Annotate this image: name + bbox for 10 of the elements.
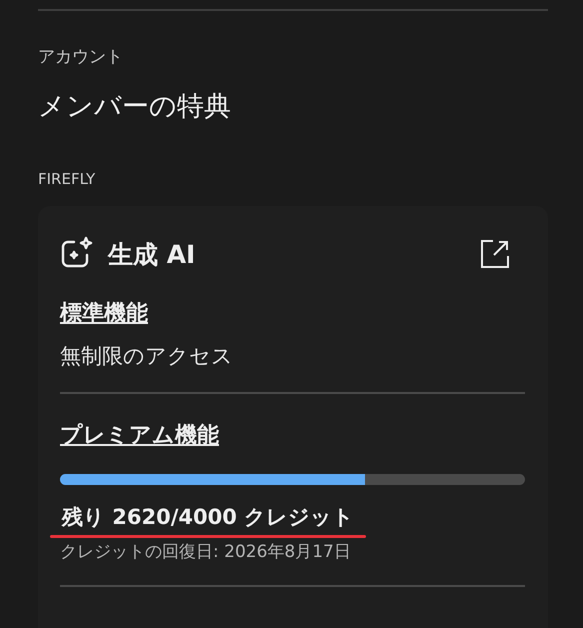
page-title: メンバーの特典	[38, 90, 232, 124]
group-label: FIREFLY	[38, 170, 96, 188]
credit-renewal-date: クレジットの回復日: 2026年8月17日	[60, 541, 352, 563]
section-label: アカウント	[38, 46, 124, 68]
remaining-credits: 残り 2620/4000 クレジット	[62, 505, 354, 529]
card-title: 生成 AI	[108, 238, 196, 270]
standard-features-link[interactable]: 標準機能	[60, 298, 148, 328]
external-link-icon[interactable]	[479, 238, 511, 270]
premium-features-link[interactable]: プレミアム機能	[60, 420, 219, 450]
standard-access-text: 無制限のアクセス	[60, 343, 234, 370]
